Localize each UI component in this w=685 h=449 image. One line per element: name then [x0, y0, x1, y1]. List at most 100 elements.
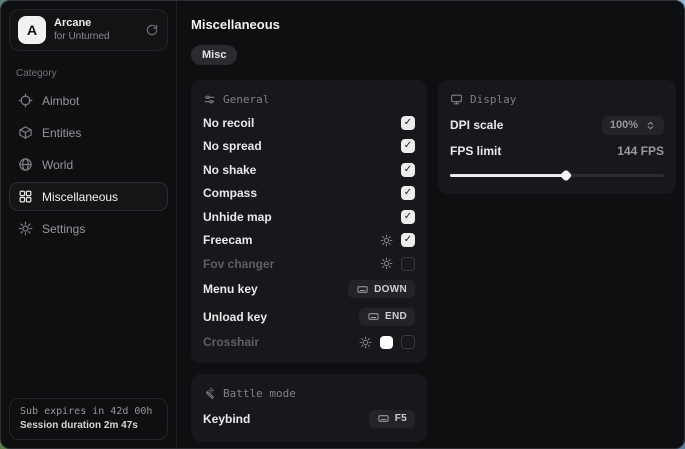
gear-icon — [18, 221, 33, 236]
checkbox[interactable] — [401, 233, 415, 247]
checkbox[interactable] — [401, 335, 415, 349]
sliders-icon — [203, 93, 216, 106]
setting-row-keybind: Keybind F5 — [203, 410, 415, 428]
app-name: Arcane — [54, 17, 137, 30]
setting-label: Unload key — [203, 310, 267, 324]
setting-label: Fov changer — [203, 257, 274, 271]
setting-row-no-shake: No shake — [203, 163, 415, 177]
app-logo: A — [18, 16, 46, 44]
fps-limit-value: 144 FPS — [617, 144, 664, 158]
checkbox[interactable] — [401, 139, 415, 153]
chevrons-up-down-icon — [645, 120, 656, 131]
app-profile-card: A Arcane for Unturned — [9, 9, 168, 51]
setting-label: DPI scale — [450, 118, 503, 132]
setting-row-unload-key: Unload key END — [203, 308, 415, 326]
setting-row-fov-changer: Fov changer — [203, 257, 415, 271]
sidebar-item-entities[interactable]: Entities — [9, 118, 168, 147]
session-duration-text: Session duration 2m 47s — [20, 420, 157, 431]
fps-limit-slider[interactable] — [450, 171, 664, 180]
general-panel: General No recoil No spread No shake — [191, 80, 427, 363]
setting-row-freecam: Freecam — [203, 233, 415, 247]
sidebar-item-label: Entities — [42, 126, 81, 140]
setting-row-dpi-scale: DPI scale 100% — [450, 116, 664, 135]
keyboard-icon — [377, 413, 390, 424]
setting-row-no-recoil: No recoil — [203, 116, 415, 130]
sub-expiry-text: Sub expires in 42d 00h — [20, 406, 157, 417]
keybind-value: F5 — [395, 413, 407, 424]
subscription-status-box: Sub expires in 42d 00h Session duration … — [9, 398, 168, 440]
setting-row-menu-key: Menu key DOWN — [203, 280, 415, 298]
content-columns: General No recoil No spread No shake — [191, 80, 676, 442]
keybind-button[interactable]: DOWN — [348, 280, 415, 298]
setting-label: Compass — [203, 186, 257, 200]
main-content: Miscellaneous Misc General No recoil — [177, 1, 685, 448]
checkbox[interactable] — [401, 257, 415, 271]
setting-label: Keybind — [203, 412, 250, 426]
monitor-icon — [450, 93, 463, 106]
panel-title: Battle mode — [223, 387, 296, 400]
setting-label: FPS limit — [450, 144, 501, 158]
gear-icon[interactable] — [380, 234, 393, 247]
battle-mode-panel-header: Battle mode — [203, 387, 415, 400]
globe-icon — [18, 157, 33, 172]
setting-row-no-spread: No spread — [203, 139, 415, 153]
cube-icon — [18, 125, 33, 140]
tab-bar: Misc — [191, 45, 676, 65]
dpi-scale-value: 100% — [610, 119, 638, 131]
slider-fill — [450, 174, 566, 177]
display-panel: Display DPI scale 100% FPS limit 144 FPS — [438, 80, 676, 194]
checkbox[interactable] — [401, 116, 415, 130]
checkbox[interactable] — [401, 210, 415, 224]
general-panel-header: General — [203, 93, 415, 106]
panel-title: General — [223, 93, 269, 106]
checkbox[interactable] — [401, 163, 415, 177]
panel-title: Display — [470, 93, 516, 106]
category-label: Category — [16, 68, 161, 79]
keyboard-icon — [367, 311, 380, 322]
sidebar: A Arcane for Unturned Category Aimbot En… — [1, 1, 177, 448]
setting-controls — [380, 257, 415, 271]
setting-label: No spread — [203, 139, 262, 153]
setting-row-crosshair: Crosshair — [203, 335, 415, 349]
setting-label: Freecam — [203, 233, 252, 247]
checkbox[interactable] — [401, 186, 415, 200]
app-window: A Arcane for Unturned Category Aimbot En… — [0, 0, 685, 449]
keybind-value: END — [385, 311, 407, 322]
dpi-scale-select[interactable]: 100% — [602, 116, 664, 135]
sidebar-item-miscellaneous[interactable]: Miscellaneous — [9, 182, 168, 211]
sidebar-item-settings[interactable]: Settings — [9, 214, 168, 243]
setting-controls — [359, 335, 415, 349]
app-subtitle: for Unturned — [54, 31, 137, 43]
setting-label: Menu key — [203, 282, 258, 296]
sidebar-item-label: World — [42, 158, 73, 172]
display-panel-header: Display — [450, 93, 664, 106]
sidebar-item-label: Miscellaneous — [42, 190, 118, 204]
gear-icon[interactable] — [359, 336, 372, 349]
battle-mode-panel: Battle mode Keybind F5 — [191, 374, 427, 442]
refresh-icon[interactable] — [145, 23, 159, 37]
keyboard-icon — [356, 284, 369, 295]
left-column: General No recoil No spread No shake — [191, 80, 427, 442]
page-title: Miscellaneous — [191, 17, 676, 32]
setting-row-unhide-map: Unhide map — [203, 210, 415, 224]
setting-row-fps-limit: FPS limit 144 FPS — [450, 144, 664, 158]
keybind-button[interactable]: F5 — [369, 410, 415, 428]
slider-thumb[interactable] — [559, 169, 572, 182]
sidebar-item-aimbot[interactable]: Aimbot — [9, 86, 168, 115]
tab-misc[interactable]: Misc — [191, 45, 237, 65]
keybind-button[interactable]: END — [359, 308, 415, 326]
sidebar-item-label: Settings — [42, 222, 85, 236]
gear-icon[interactable] — [380, 257, 393, 270]
setting-controls — [380, 233, 415, 247]
crosshair-icon — [18, 93, 33, 108]
wand-icon — [203, 387, 216, 400]
color-swatch[interactable] — [380, 336, 393, 349]
setting-row-compass: Compass — [203, 186, 415, 200]
setting-label: No shake — [203, 163, 256, 177]
sidebar-spacer — [9, 243, 168, 398]
right-column: Display DPI scale 100% FPS limit 144 FPS — [438, 80, 676, 194]
setting-label: Unhide map — [203, 210, 272, 224]
setting-label: Crosshair — [203, 335, 259, 349]
sidebar-item-world[interactable]: World — [9, 150, 168, 179]
app-profile-text: Arcane for Unturned — [54, 17, 137, 43]
